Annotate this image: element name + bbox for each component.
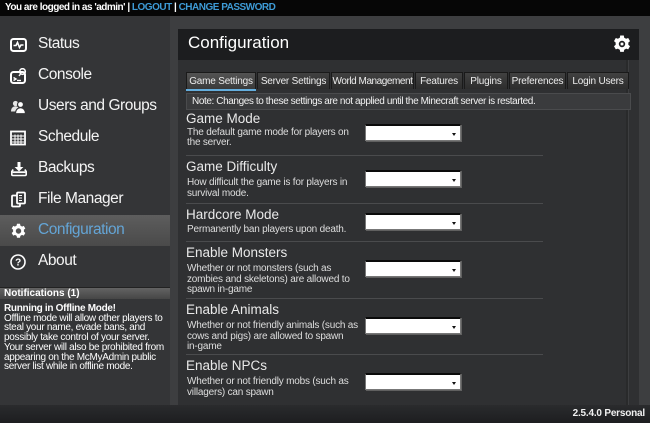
svg-text:?: ?	[15, 257, 21, 268]
